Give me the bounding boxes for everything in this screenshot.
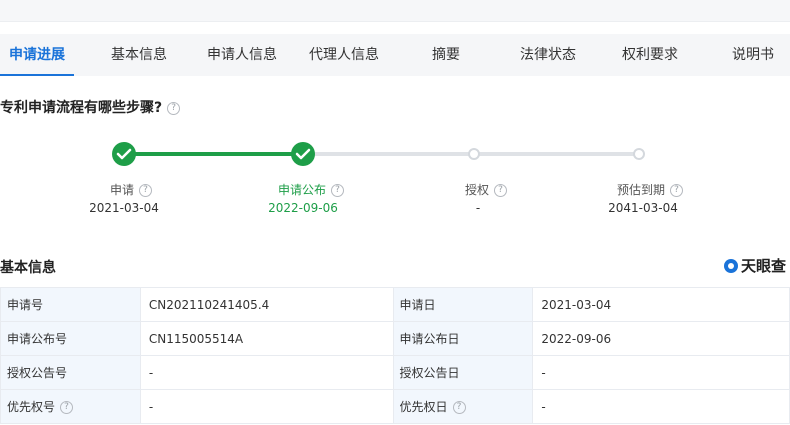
process-question-text: 专利申请流程有哪些步骤? (0, 100, 163, 116)
process-question: 专利申请流程有哪些步骤?? (0, 97, 181, 117)
table-row: 申请公布号 CN115005514A 申请公布日 2022-09-06 (0, 321, 790, 356)
question-circle-icon[interactable]: ? (331, 184, 345, 197)
step-date-application: 2021-03-04 (89, 201, 159, 215)
field-value: 2021-03-04 (532, 287, 790, 322)
step-label-text: 申请 (109, 183, 135, 197)
field-value: - (532, 389, 790, 424)
question-circle-icon[interactable]: ? (139, 184, 153, 197)
tab-basic-info[interactable]: 基本信息 (100, 34, 178, 76)
step-label-publication: 申请公布? (277, 181, 345, 198)
tab-legal-status[interactable]: 法律状态 (508, 34, 588, 76)
field-label: 申请公布日 (392, 321, 534, 356)
field-label-text: 优先权日 (399, 400, 448, 414)
top-band (0, 0, 790, 22)
logo-text: 天眼查 (740, 257, 786, 275)
step-label-expiry: 预估到期? (616, 181, 684, 198)
tab-description[interactable]: 说明书 (718, 34, 788, 76)
tab-label: 申请进展 (9, 47, 65, 63)
field-label-priority-date: 优先权日? (392, 389, 534, 424)
question-circle-icon[interactable]: ? (494, 184, 508, 197)
step-node-publication (291, 142, 315, 166)
field-value: - (139, 355, 394, 390)
field-label-text: 优先权号 (7, 400, 56, 414)
step-label-text: 授权 (464, 183, 490, 197)
tab-label: 摘要 (432, 47, 460, 63)
tab-bar: 申请进展 基本信息 申请人信息 代理人信息 摘要 法律状态 权利要求 说明书 (0, 34, 790, 76)
basic-info-title: 基本信息 (0, 260, 56, 276)
tab-claims[interactable]: 权利要求 (610, 34, 690, 76)
table-row: 优先权号? - 优先权日? - (0, 389, 790, 424)
field-label: 授权公告日 (392, 355, 534, 390)
tab-label: 代理人信息 (309, 47, 379, 63)
tab-applicant-info[interactable]: 申请人信息 (198, 34, 286, 76)
active-tab-underline (0, 74, 74, 76)
tab-label: 法律状态 (520, 47, 576, 63)
question-circle-icon[interactable]: ? (452, 401, 466, 414)
question-circle-icon[interactable]: ? (60, 401, 74, 414)
step-node-expiry (633, 148, 645, 160)
table-row: 授权公告号 - 授权公告日 - (0, 355, 790, 390)
field-label: 授权公告号 (0, 355, 141, 390)
step-date-grant: - (475, 201, 481, 215)
step-date-publication: 2022-09-06 (268, 201, 338, 215)
tianyancha-logo: 天眼查 (723, 255, 786, 276)
tab-label: 权利要求 (622, 47, 678, 63)
tab-application-progress[interactable]: 申请进展 (0, 34, 74, 76)
step-date-expiry: 2041-03-04 (608, 201, 678, 215)
tab-label: 说明书 (732, 47, 774, 63)
step-label-text: 申请公布 (277, 183, 327, 197)
step-node-grant (468, 148, 480, 160)
field-label: 申请公布号 (0, 321, 141, 356)
tab-agent-info[interactable]: 代理人信息 (300, 34, 388, 76)
step-node-application (112, 142, 136, 166)
field-value: 2022-09-06 (532, 321, 790, 356)
field-value: CN202110241405.4 (139, 287, 394, 322)
table-row: 申请号 CN202110241405.4 申请日 2021-03-04 (0, 287, 790, 322)
tab-label: 申请人信息 (207, 47, 277, 63)
tianyancha-logo-icon (723, 258, 738, 273)
question-circle-icon[interactable]: ? (167, 101, 181, 115)
tab-abstract[interactable]: 摘要 (414, 34, 478, 76)
step-label-grant: 授权? (464, 181, 508, 198)
field-label: 申请号 (0, 287, 141, 322)
field-label-priority-number: 优先权号? (0, 389, 141, 424)
tab-label: 基本信息 (111, 47, 167, 63)
step-label-text: 预估到期 (616, 183, 666, 197)
field-value: - (139, 389, 394, 424)
progress-timeline (112, 142, 645, 166)
field-label: 申请日 (392, 287, 534, 322)
field-value: CN115005514A (139, 321, 394, 356)
step-label-application: 申请? (109, 181, 153, 198)
question-circle-icon[interactable]: ? (670, 184, 684, 197)
basic-info-table: 申请号 CN202110241405.4 申请日 2021-03-04 申请公布… (0, 287, 790, 424)
field-value: - (532, 355, 790, 390)
